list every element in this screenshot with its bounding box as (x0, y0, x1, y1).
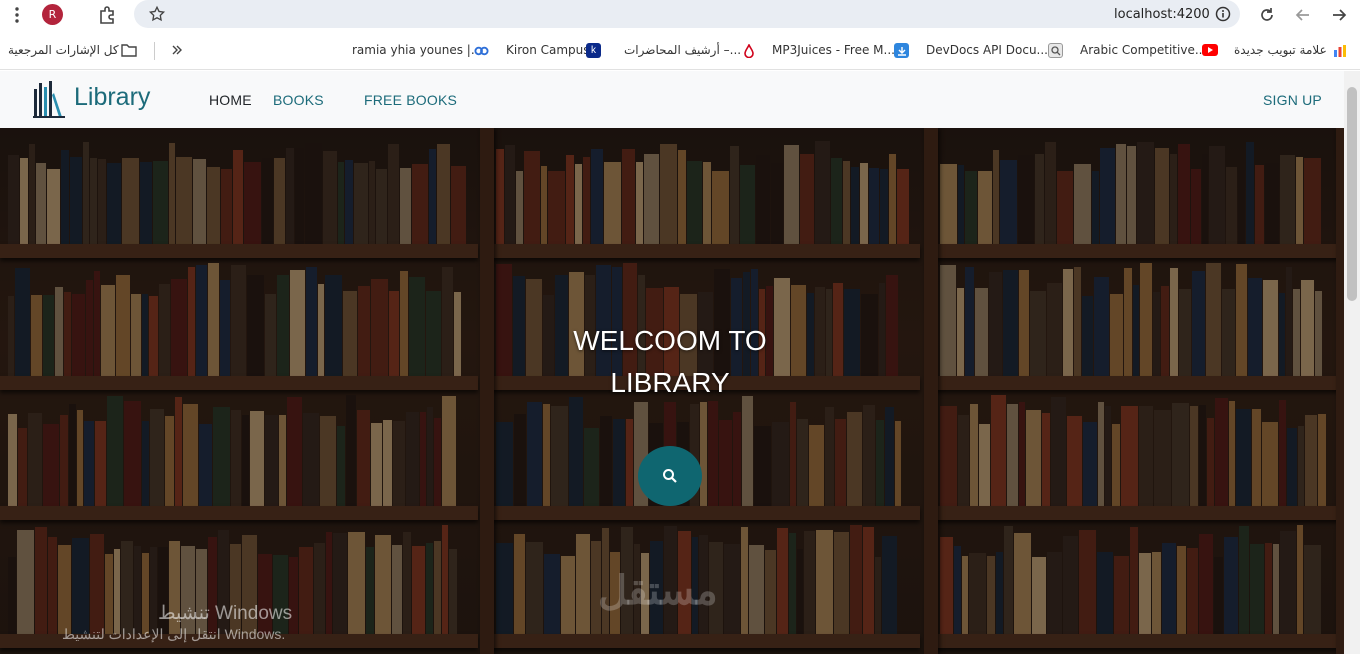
bars-icon (1332, 43, 1347, 58)
bookmark-item[interactable]: DevDocs API Docu... (926, 43, 1048, 57)
reload-icon[interactable] (1256, 4, 1278, 26)
youtube-icon (1202, 44, 1218, 56)
download-icon (894, 43, 909, 58)
nav-books[interactable]: BOOKS (273, 92, 324, 108)
site-navbar: Library HOME BOOKS FREE BOOKS SIGN UP (0, 71, 1344, 128)
star-icon[interactable] (146, 3, 168, 25)
browser-toolbar: R localhost:4200 (0, 0, 1360, 30)
windows-activation-subtitle: انتقل إلى الإعدادات لتنشيط Windows. (62, 626, 286, 642)
chevron-double-icon[interactable] (166, 39, 188, 61)
bookmarks-divider (154, 42, 155, 60)
link-icon (474, 43, 489, 58)
address-bar[interactable]: localhost:4200 (134, 0, 1240, 28)
site-watermark-logo: مستقل (598, 569, 718, 613)
bookmark-item[interactable]: ramia yhia younes |... (352, 43, 482, 57)
menu-dots-icon[interactable] (6, 4, 28, 26)
hero-banner: WELCOOM TO LIBRARY مستقل تنشيط Windows ا… (0, 128, 1344, 654)
url-text[interactable]: localhost:4200 (1114, 7, 1210, 22)
search-icon (663, 469, 677, 483)
brand-name[interactable]: Library (74, 83, 150, 112)
bookmarks-bar: كل الإشارات المرجعية ramia yhia younes |… (0, 32, 1360, 70)
hero-title: WELCOOM TO LIBRARY (520, 320, 820, 404)
bookmark-item[interactable]: MP3Juices - Free M... (772, 43, 895, 57)
drop-icon (741, 43, 756, 58)
all-bookmarks-link[interactable]: كل الإشارات المرجعية (8, 43, 119, 57)
forward-icon[interactable] (1328, 4, 1350, 26)
bookmark-item[interactable]: أرشيف المحاضرات –... (624, 43, 741, 57)
extensions-icon[interactable] (96, 4, 118, 26)
search-box-icon (1048, 43, 1063, 58)
nav-sign-up[interactable]: SIGN UP (1263, 92, 1322, 108)
bookmark-item[interactable]: علامة تبويب جديدة (1234, 43, 1327, 57)
back-icon[interactable] (1292, 4, 1314, 26)
hero-title-line1: WELCOOM TO (573, 325, 767, 356)
kiron-icon: k (586, 43, 601, 58)
profile-avatar[interactable]: R (42, 4, 63, 25)
site-info-icon[interactable] (1212, 3, 1234, 25)
library-logo-icon[interactable] (32, 79, 66, 119)
page-scrollbar[interactable] (1344, 71, 1360, 654)
nav-home[interactable]: HOME (209, 92, 252, 108)
hero-title-line2: LIBRARY (610, 367, 730, 398)
search-button[interactable] (638, 446, 702, 506)
nav-free-books[interactable]: FREE BOOKS (364, 92, 457, 108)
bookmark-item[interactable]: Kiron Campus (506, 43, 590, 57)
folder-icon (118, 39, 140, 61)
windows-activation-title: تنشيط Windows (158, 603, 293, 624)
scroll-thumb[interactable] (1347, 87, 1357, 301)
bookmark-item[interactable]: Arabic Competitive... (1080, 43, 1206, 57)
